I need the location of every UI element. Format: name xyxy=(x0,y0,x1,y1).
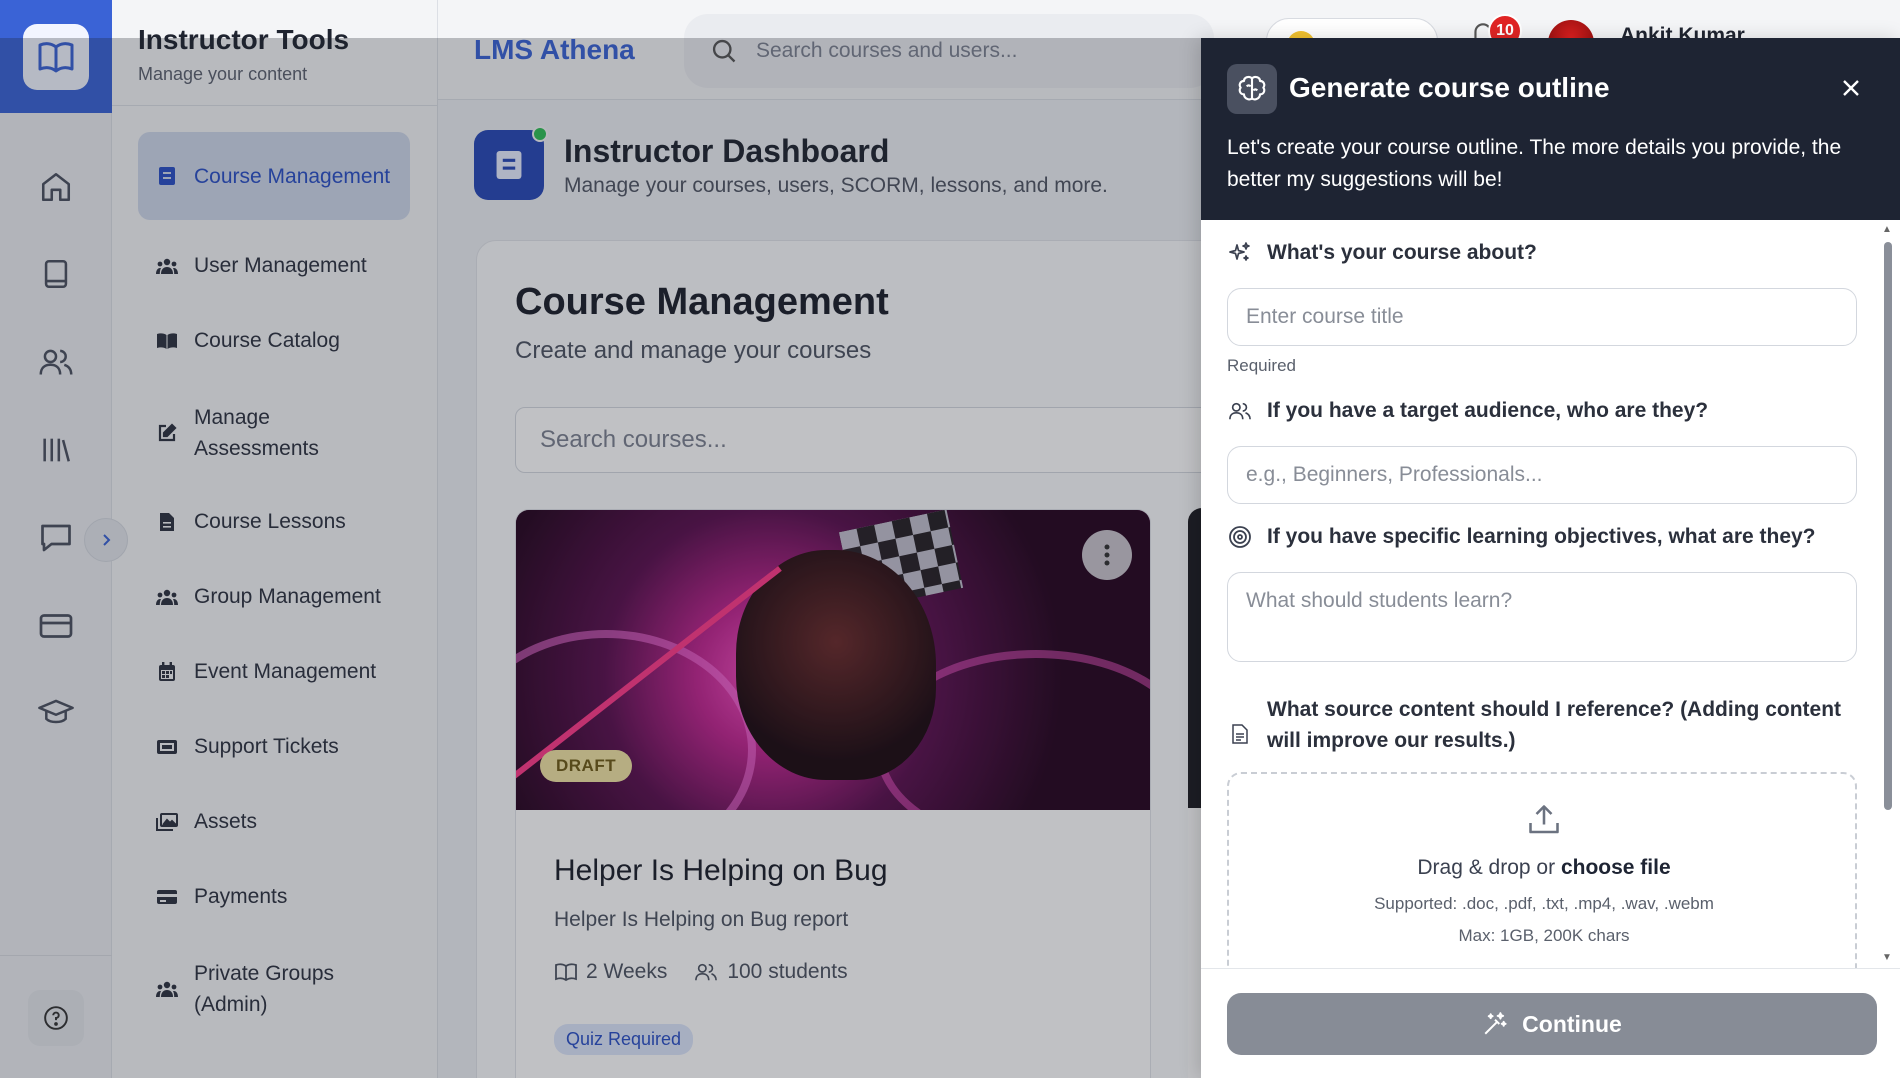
course-about-label-text: What's your course about? xyxy=(1267,241,1537,264)
panel-footer: Continue xyxy=(1201,968,1900,1078)
dropzone-text: Drag & drop or choose file xyxy=(1229,856,1859,880)
users-icon xyxy=(1227,398,1253,424)
panel-description: Let's create your course outline. The mo… xyxy=(1227,136,1842,191)
learning-objectives-textarea[interactable] xyxy=(1246,589,1838,637)
source-content-label-text: What source content should I reference? … xyxy=(1267,698,1842,752)
magic-wand-icon xyxy=(1484,1012,1507,1035)
panel-scrollbar[interactable]: ▲ ▼ xyxy=(1880,220,1894,968)
course-title-field[interactable] xyxy=(1227,288,1857,346)
upload-icon xyxy=(1526,802,1562,843)
document-icon xyxy=(1227,721,1253,747)
panel-title: Generate course outline xyxy=(1289,72,1610,103)
source-content-label: What source content should I reference? … xyxy=(1227,694,1847,756)
panel-header: Generate course outline Let's create you… xyxy=(1201,38,1900,220)
scroll-thumb[interactable] xyxy=(1884,242,1892,810)
scroll-down-arrow[interactable]: ▼ xyxy=(1882,952,1892,963)
target-audience-label-text: If you have a target audience, who are t… xyxy=(1267,399,1709,422)
continue-label: Continue xyxy=(1522,1010,1622,1037)
learning-objectives-label-text: If you have specific learning objectives… xyxy=(1267,525,1816,548)
dropzone-text-label: Drag & drop or xyxy=(1417,856,1556,879)
file-dropzone[interactable]: Drag & drop or choose file Supported: .d… xyxy=(1227,772,1857,968)
course-title-input[interactable] xyxy=(1246,305,1838,329)
close-icon xyxy=(1843,80,1859,96)
panel-form: What's your course about? Required If yo… xyxy=(1201,220,1900,968)
supported-formats: Supported: .doc, .pdf, .txt, .mp4, .wav,… xyxy=(1374,894,1714,913)
choose-file-link[interactable]: choose file xyxy=(1561,856,1671,879)
learning-objectives-label: If you have specific learning objectives… xyxy=(1227,524,1816,550)
target-icon xyxy=(1227,524,1253,550)
required-hint: Required xyxy=(1227,356,1296,375)
course-about-label: What's your course about? xyxy=(1227,240,1537,266)
continue-button[interactable]: Continue xyxy=(1227,993,1877,1055)
target-audience-field[interactable] xyxy=(1227,446,1857,504)
brain-icon xyxy=(1227,64,1277,114)
target-audience-label: If you have a target audience, who are t… xyxy=(1227,398,1708,424)
target-audience-input[interactable] xyxy=(1246,463,1838,487)
generate-outline-panel: Generate course outline Let's create you… xyxy=(1201,38,1900,1078)
max-size: Max: 1GB, 200K chars xyxy=(1458,926,1630,945)
sparkles-icon xyxy=(1227,240,1253,266)
scroll-up-arrow[interactable]: ▲ xyxy=(1882,224,1892,235)
learning-objectives-field[interactable] xyxy=(1227,572,1857,662)
close-button[interactable] xyxy=(1842,74,1860,102)
